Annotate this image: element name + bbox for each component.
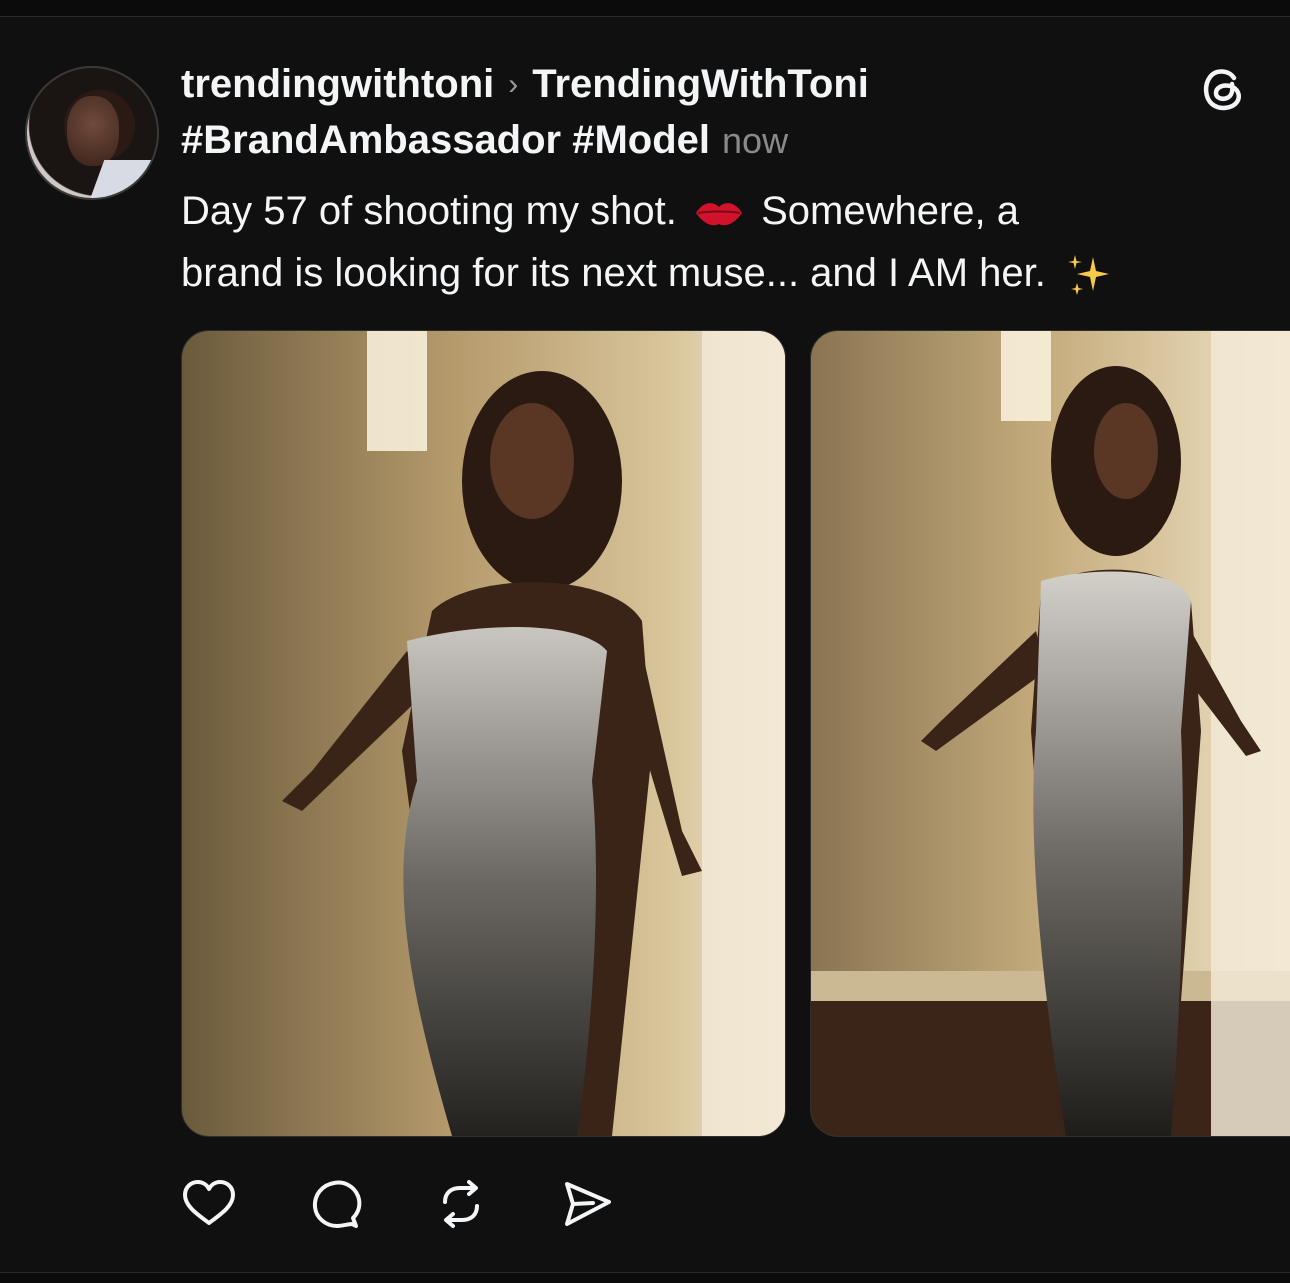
sparkles-icon <box>1068 255 1110 296</box>
post-header: trendingwithtoni › TrendingWithToni #Brand… <box>181 58 1191 167</box>
community-link[interactable]: TrendingWithToni <box>532 62 869 106</box>
threads-logo-icon[interactable] <box>1196 60 1252 116</box>
comment-button[interactable] <box>307 1176 363 1232</box>
like-button[interactable] <box>181 1176 237 1232</box>
kiss-lips-icon <box>695 203 742 226</box>
post-caption: Day 57 of shooting my shot. Somewhere, a… <box>181 180 1261 304</box>
repost-icon <box>443 1180 479 1228</box>
caption-line-1: Day 57 of shooting my shot. Somewhere, a <box>181 180 1261 242</box>
caption-text-b: Somewhere, a <box>761 189 1019 233</box>
heart-icon <box>183 1180 235 1225</box>
caption-line-2: brand is looking for its next muse... an… <box>181 242 1261 304</box>
share-icon <box>565 1182 611 1226</box>
caption-text-c: brand is looking for its next muse... an… <box>181 251 1046 295</box>
username-link[interactable]: trendingwithtoni <box>181 62 494 106</box>
avatar[interactable] <box>25 66 159 200</box>
chevron-right-icon: › <box>508 68 519 101</box>
top-divider <box>0 0 1290 17</box>
comment-icon <box>312 1180 362 1228</box>
post-time: now <box>722 120 789 161</box>
post-byline: trendingwithtoni › TrendingWithToni <box>181 58 1191 114</box>
post-photo-1[interactable] <box>181 330 786 1137</box>
post-photo-2[interactable] <box>810 330 1290 1137</box>
hashtags[interactable]: #BrandAmbassador #Model <box>181 118 710 162</box>
bottom-divider <box>0 1272 1290 1283</box>
post-tags-line: #BrandAmbassador #Model now <box>181 114 1191 167</box>
caption-text-a: Day 57 of shooting my shot. <box>181 189 677 233</box>
share-button[interactable] <box>559 1176 615 1232</box>
repost-button[interactable] <box>433 1176 489 1232</box>
